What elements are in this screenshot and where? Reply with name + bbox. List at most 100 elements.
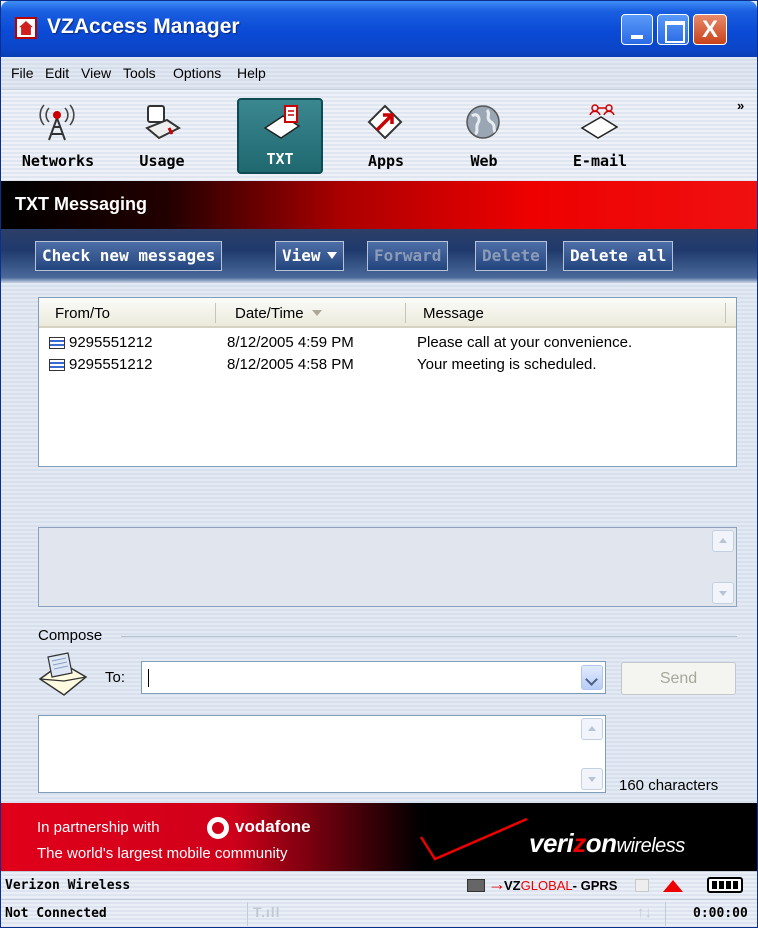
verizon-wireless-logo: verizonwireless [529,828,685,859]
message-preview-pane[interactable] [38,527,737,607]
maximize-button[interactable] [657,14,689,45]
message-row[interactable]: 9295551212 8/12/2005 4:59 PM Please call… [39,332,736,354]
app-window: VZAccess Manager X File Edit View Tools … [0,0,758,928]
compose-scrollbar[interactable] [581,718,603,792]
battery-icon [707,877,743,893]
column-divider[interactable] [725,303,726,323]
status-bar-connection: Not Connected T.ıll ↑↓ 0:00:00 [1,899,757,927]
connection-status: Not Connected [5,906,107,921]
menu-view[interactable]: View [81,65,111,81]
compose-message-textarea[interactable] [38,715,606,793]
text-message-icon [49,337,65,349]
battery-cell [712,881,717,889]
scroll-down-button[interactable] [581,768,603,790]
check-new-messages-button[interactable]: Check new messages [35,241,223,271]
toolbar-networks-label: Networks [21,152,95,170]
connection-alert-icon [663,880,683,892]
action-bar: Check new messages View Forward Delete D… [1,229,757,283]
messages-list[interactable]: From/To Date/Time Message 9295551212 8/1… [38,297,737,467]
title-bar[interactable]: VZAccess Manager X [1,1,757,57]
menu-bar: File Edit View Tools Options Help [1,57,757,89]
vodafone-brand: vodafone [235,817,311,836]
toolbar-email-button[interactable]: E-mail [557,98,643,174]
status-divider [247,902,248,926]
text-cursor [148,669,149,687]
delete-button[interactable]: Delete [475,241,547,271]
connection-timer: 0:00:00 [693,906,748,921]
column-divider[interactable] [405,303,406,323]
column-from-to[interactable]: From/To [55,305,110,322]
toolbar-networks-button[interactable]: Networks [15,98,101,174]
message-date-time: 8/12/2005 4:59 PM [227,334,354,351]
content-area: From/To Date/Time Message 9295551212 8/1… [1,283,757,803]
email-envelope-icon [580,104,619,139]
partner-tagline: The world's largest mobile community [37,845,288,862]
verizon-logo-z: z [573,828,586,858]
scroll-down-button[interactable] [712,582,734,604]
app-home-icon[interactable] [15,17,37,39]
delete-all-button[interactable]: Delete all [563,241,674,271]
battery-cell [726,881,731,889]
message-text: Please call at your convenience. [417,334,633,351]
close-button[interactable]: X [693,14,727,45]
message-text: Your meeting is scheduled. [417,356,597,373]
apps-arrow-icon [367,104,403,140]
forward-button[interactable]: Forward [367,241,449,271]
network-type: VZGLOBAL- GPRS [504,878,617,893]
compose-divider [121,636,737,637]
compose-envelope-icon [38,652,88,696]
toolbar-txt-button[interactable]: TXT [237,98,323,174]
menu-help[interactable]: Help [237,65,266,81]
partner-text: In partnership with [37,819,160,836]
message-from-to: 9295551212 [69,356,153,373]
chevron-down-icon [326,252,337,259]
list-header: From/To Date/Time Message [39,298,736,328]
globe-icon [466,105,500,139]
verizon-check-icon [419,817,528,861]
send-button[interactable]: Send [621,662,736,695]
column-date-time[interactable]: Date/Time [235,305,322,322]
close-icon: X [701,16,718,43]
verizon-logo-part: veri [529,828,574,858]
network-card-icon [467,879,485,892]
text-message-icon [49,359,65,371]
message-row[interactable]: 9295551212 8/12/2005 4:58 PM Your meetin… [39,354,736,376]
main-toolbar: Networks Usage TXT Apps Web E-mail » [1,89,757,181]
verizon-logo-wireless: wireless [616,835,686,857]
window-title: VZAccess Manager [47,15,240,38]
chevron-down-icon[interactable] [581,665,603,690]
sort-descending-icon [311,310,322,316]
menu-tools[interactable]: Tools [123,65,156,81]
roaming-indicator-icon [635,879,649,892]
scroll-up-button[interactable] [712,530,734,552]
scroll-up-button[interactable] [581,718,603,740]
view-menu-button[interactable]: View [275,241,344,271]
network-prefix: VZ [504,878,521,893]
section-title: TXT Messaging [15,194,148,214]
verizon-logo-part: on [585,828,617,858]
column-message[interactable]: Message [423,305,484,322]
partner-banner[interactable]: In partnership with vodafone The world's… [1,803,757,871]
to-label: To: [105,669,126,686]
toolbar-apps-button[interactable]: Apps [343,98,429,174]
column-divider[interactable] [215,303,216,323]
menu-file[interactable]: File [11,65,34,81]
menu-options[interactable]: Options [173,65,221,81]
view-label: View [282,246,321,265]
carrier-name: Verizon Wireless [5,878,131,893]
toolbar-usage-label: Usage [139,152,185,170]
toolbar-email-label: E-mail [572,152,628,170]
minimize-button[interactable] [621,14,653,45]
toolbar-web-label: Web [470,152,498,170]
toolbar-web-button[interactable]: Web [441,98,527,174]
toolbar-usage-button[interactable]: Usage [119,98,205,174]
section-banner: TXT Messaging [1,181,757,229]
column-date-time-label: Date/Time [235,305,304,322]
toolbar-apps-label: Apps [367,152,405,170]
vodafone-logo-icon [207,817,229,839]
preview-scrollbar[interactable] [712,530,734,604]
txt-envelope-icon [263,105,301,139]
recipient-combobox[interactable] [141,661,606,694]
toolbar-overflow-icon[interactable]: » [737,98,744,113]
menu-edit[interactable]: Edit [45,65,69,81]
